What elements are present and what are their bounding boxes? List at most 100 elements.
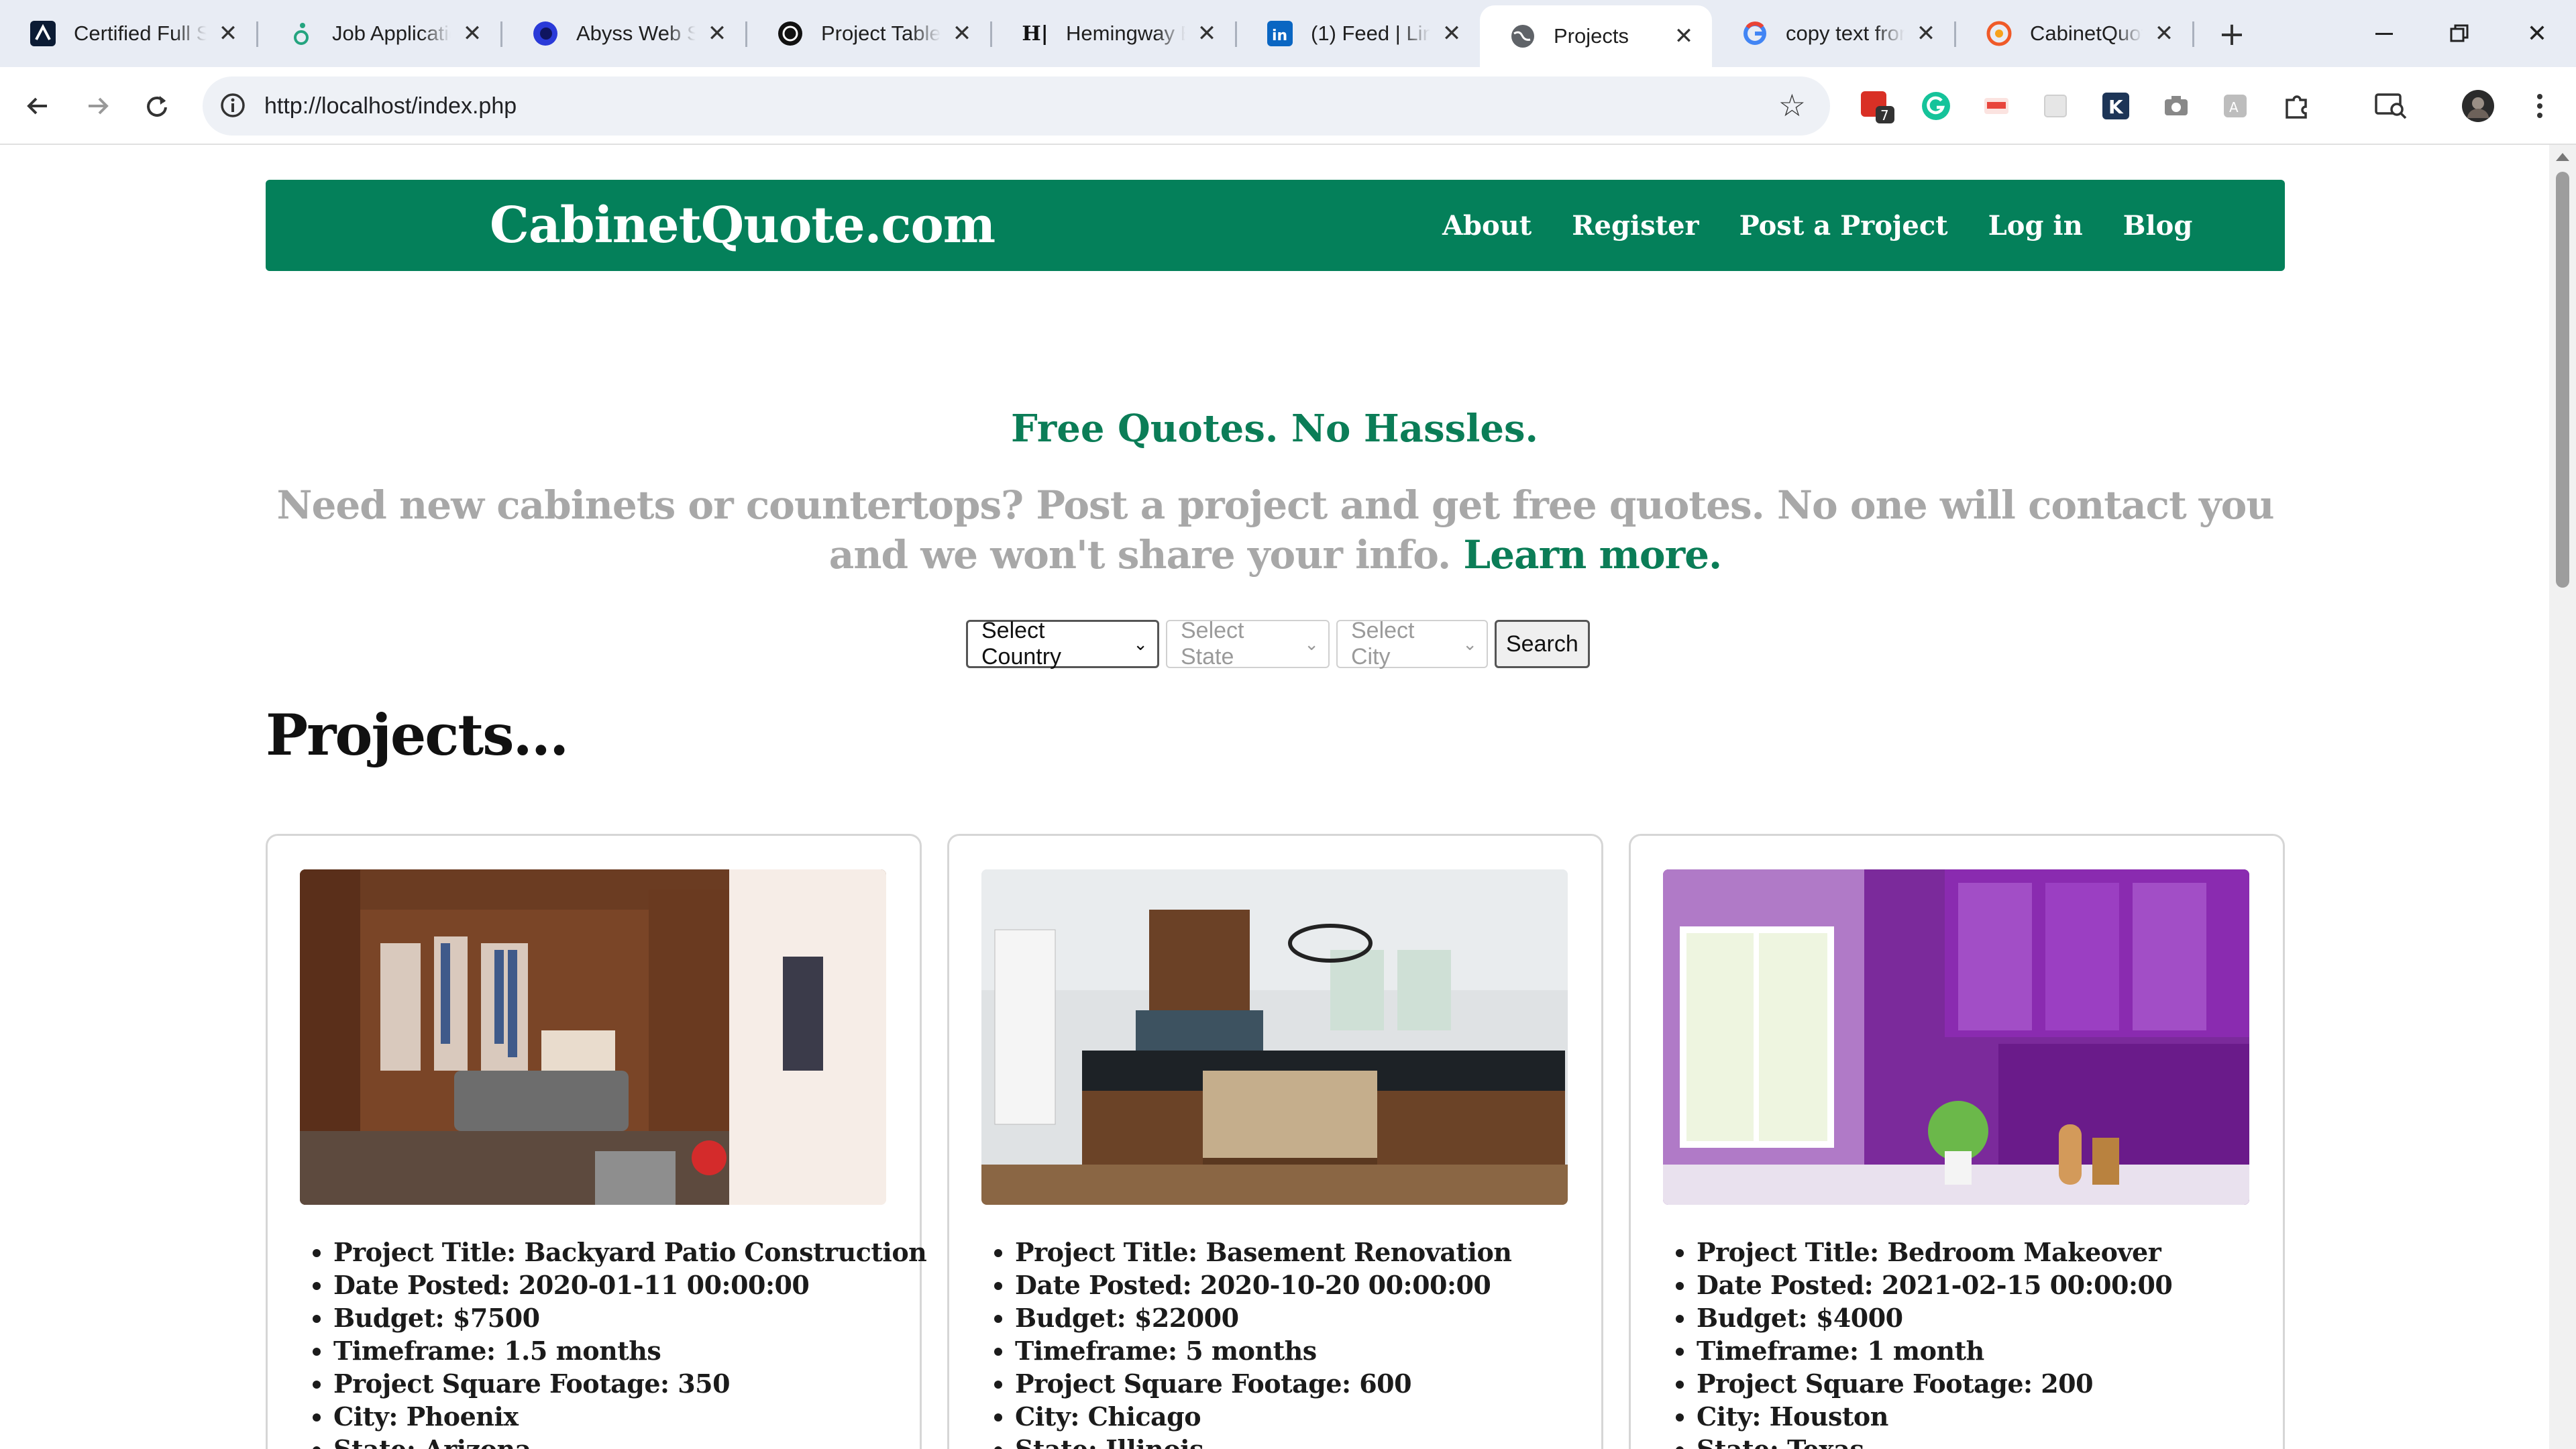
nav-post-project[interactable]: Post a Project — [1739, 210, 1948, 241]
browser-tab[interactable]: Abyss Web Se ✕ — [502, 0, 745, 67]
grammarly-icon[interactable] — [1917, 87, 1955, 125]
tab-title: copy text from — [1786, 21, 1904, 45]
project-photo-closet[interactable] — [300, 869, 886, 1205]
bookmark-star-icon[interactable]: ☆ — [1778, 87, 1806, 123]
k-extension-icon[interactable]: K — [2097, 87, 2135, 125]
learn-more-link[interactable]: Learn more. — [1463, 532, 1722, 578]
minimize-icon[interactable] — [2364, 13, 2404, 54]
tab-title: Abyss Web Se — [576, 21, 696, 45]
chevron-down-icon: ⌄ — [1462, 633, 1477, 654]
browser-tab[interactable]: Certified Full S ✕ — [0, 0, 256, 67]
project-date: Date Posted: 2021-02-15 00:00:00 — [1697, 1269, 2173, 1301]
close-tab-icon[interactable]: ✕ — [213, 19, 243, 48]
project-state: State: Arizona — [333, 1433, 926, 1449]
location-search: Select Country ⌄ Select State ⌄ Select C… — [966, 618, 1590, 669]
close-tab-icon[interactable]: ✕ — [702, 19, 732, 48]
page-scrollbar[interactable] — [2549, 145, 2576, 1449]
project-details: Project Title: Basement Renovation Date … — [981, 1236, 1512, 1449]
project-date: Date Posted: 2020-01-11 00:00:00 — [333, 1269, 926, 1301]
state-select[interactable]: Select State ⌄ — [1166, 618, 1330, 669]
browser-tab[interactable]: CabinetQuote ✕ — [1956, 0, 2192, 67]
nav-register[interactable]: Register — [1572, 210, 1699, 241]
close-window-icon[interactable]: ✕ — [2517, 13, 2557, 54]
browser-tab[interactable]: Job Applicatio ✕ — [258, 0, 500, 67]
pdf-extension-icon[interactable] — [1978, 87, 2015, 125]
google-icon — [1741, 20, 1768, 47]
project-card[interactable]: Project Title: Bedroom Makeover Date Pos… — [1629, 834, 2285, 1449]
project-photo-kitchen[interactable] — [981, 869, 1568, 1205]
new-tab-button[interactable]: + — [2214, 15, 2250, 53]
extension-grid-icon[interactable] — [2037, 87, 2074, 125]
hero-lead-text: Need new cabinets or countertops? Post a… — [276, 482, 2274, 578]
linkedin-icon: in — [1267, 20, 1293, 47]
site-logo[interactable]: CabinetQuote.com — [490, 180, 996, 271]
tab-title: CabinetQuote — [2030, 21, 2143, 45]
browser-tab[interactable]: copy text from ✕ — [1712, 0, 1954, 67]
browser-tab[interactable]: Project Table C ✕ — [747, 0, 990, 67]
tab-title: Projects — [1554, 24, 1629, 48]
reload-icon[interactable] — [137, 86, 177, 126]
tab-search-icon[interactable] — [2372, 87, 2410, 125]
close-tab-icon[interactable]: ✕ — [1192, 19, 1222, 48]
project-details: Project Title: Backyard Patio Constructi… — [300, 1236, 927, 1449]
address-bar[interactable]: http://localhost/index.php ☆ — [203, 76, 1830, 136]
tab-title: Project Table C — [821, 21, 941, 45]
back-arrow-icon[interactable] — [17, 86, 58, 126]
translate-extension-icon[interactable]: A — [2216, 87, 2254, 125]
city-select-value: Select City — [1351, 618, 1415, 669]
project-sqft: Project Square Footage: 200 — [1697, 1367, 2172, 1400]
close-tab-icon[interactable]: ✕ — [1437, 19, 1466, 48]
greenhouse-icon — [288, 20, 315, 47]
camera-icon[interactable] — [2157, 87, 2195, 125]
nav-about[interactable]: About — [1442, 210, 1532, 241]
browser-tab[interactable]: H| Hemingway E ✕ — [992, 0, 1235, 67]
browser-tab-active[interactable]: Projects ✕ — [1480, 5, 1712, 67]
profile-avatar[interactable] — [2459, 87, 2497, 125]
forward-arrow-icon[interactable] — [78, 86, 118, 126]
svg-text:7: 7 — [1880, 107, 1889, 123]
scroll-up-arrow-icon[interactable] — [2556, 153, 2569, 161]
project-budget: Budget: $22000 — [1015, 1301, 1511, 1334]
city-select[interactable]: Select City ⌄ — [1336, 618, 1488, 669]
project-card[interactable]: Project Title: Backyard Patio Constructi… — [266, 834, 927, 1449]
tab-title: (1) Feed | Link — [1311, 21, 1430, 45]
menu-kebab-icon[interactable] — [2521, 87, 2559, 125]
project-sqft: Project Square Footage: 600 — [1015, 1367, 1511, 1400]
main-nav: About Register Post a Project Log in Blo… — [1442, 180, 2192, 271]
project-city: City: Houston — [1697, 1400, 2172, 1433]
calendar-extension-icon[interactable]: 7 — [1858, 87, 1896, 125]
nav-blog[interactable]: Blog — [2123, 210, 2193, 241]
tab-divider — [2192, 21, 2194, 47]
chevron-down-icon: ⌄ — [1304, 633, 1319, 654]
tab-strip: Certified Full S ✕ Job Applicatio ✕ Abys… — [0, 0, 2576, 67]
country-select-value: Select Country — [981, 618, 1062, 669]
project-card[interactable]: Project Title: Basement Renovation Date … — [947, 834, 1603, 1449]
nav-login[interactable]: Log in — [1988, 210, 2083, 241]
extensions-puzzle-icon[interactable] — [2278, 87, 2316, 125]
svg-text:A: A — [2229, 99, 2239, 115]
browser-tab[interactable]: in (1) Feed | Link ✕ — [1237, 0, 1480, 67]
close-tab-icon[interactable]: ✕ — [947, 19, 977, 48]
close-tab-icon[interactable]: ✕ — [1669, 21, 1699, 51]
hemingway-icon: H| — [1022, 21, 1049, 46]
project-city: City: Phoenix — [333, 1400, 926, 1433]
site-info-icon[interactable] — [217, 90, 248, 121]
project-budget: Budget: $7500 — [333, 1301, 926, 1334]
svg-text:K: K — [2108, 96, 2124, 118]
close-tab-icon[interactable]: ✕ — [458, 19, 487, 48]
restore-icon[interactable] — [2439, 13, 2479, 54]
close-tab-icon[interactable]: ✕ — [2149, 19, 2179, 48]
aws-icon — [30, 20, 56, 47]
abyss-icon — [532, 20, 559, 47]
close-tab-icon[interactable]: ✕ — [1911, 19, 1941, 48]
search-button[interactable]: Search — [1495, 620, 1590, 668]
country-select[interactable]: Select Country ⌄ — [966, 618, 1159, 669]
localhost-icon — [1986, 20, 2012, 47]
tagline: Free Quotes. No Hassles. — [1010, 407, 1539, 451]
svg-text:in: in — [1272, 28, 1287, 44]
openai-icon — [777, 20, 804, 47]
project-photo-purple-kitchen[interactable] — [1663, 869, 2249, 1205]
project-date: Date Posted: 2020-10-20 00:00:00 — [1015, 1269, 1511, 1301]
scrollbar-thumb[interactable] — [2556, 172, 2569, 588]
project-timeframe: Timeframe: 1 month — [1697, 1334, 2172, 1367]
